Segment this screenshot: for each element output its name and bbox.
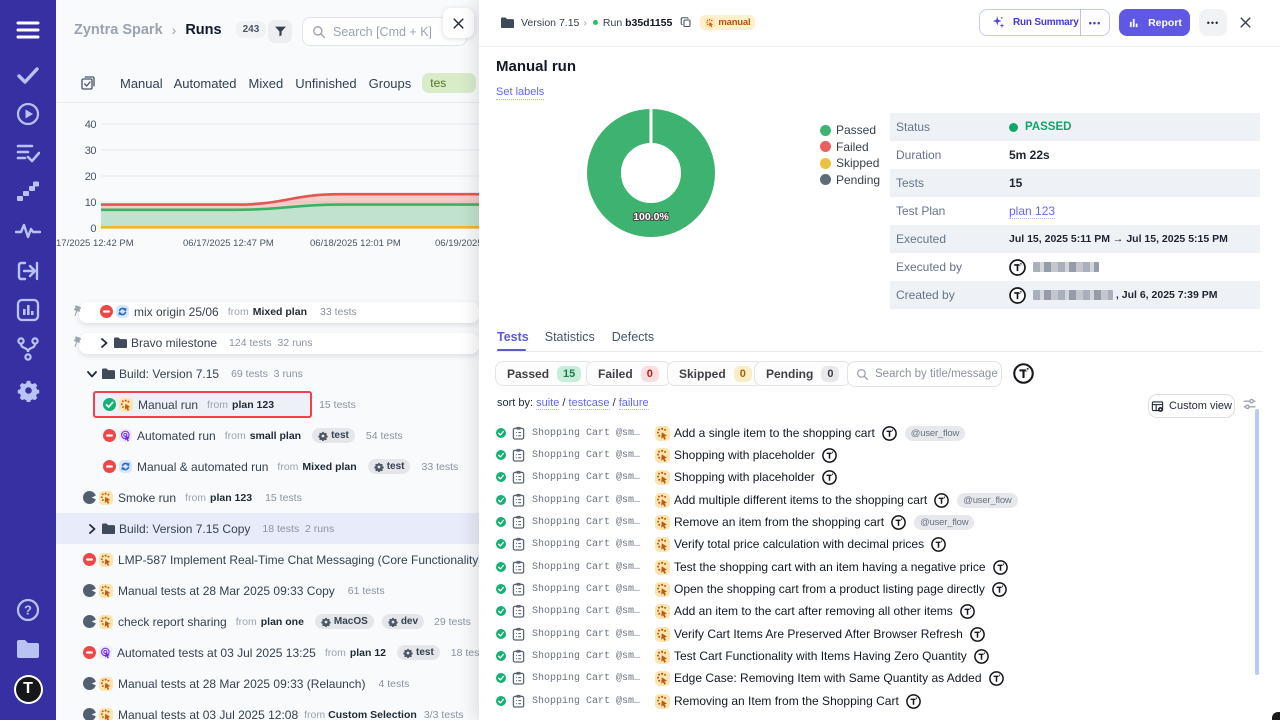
svg-text:0: 0 [90,223,96,235]
svg-text:100.0%: 100.0% [633,211,669,223]
svg-text:20: 20 [85,171,97,183]
svg-text:10: 10 [85,197,97,209]
svg-text:30: 30 [85,145,97,157]
svg-text:06/17/2025 12:47 PM: 06/17/2025 12:47 PM [183,238,274,249]
svg-text:06/18/2025 12:01 PM: 06/18/2025 12:01 PM [310,238,401,249]
svg-text:06/19/2025: 06/19/2025 [435,238,479,249]
svg-text:40: 40 [85,119,97,131]
svg-text:17/2025 12:42 PM: 17/2025 12:42 PM [56,238,134,249]
svg-text:?: ? [24,603,32,618]
